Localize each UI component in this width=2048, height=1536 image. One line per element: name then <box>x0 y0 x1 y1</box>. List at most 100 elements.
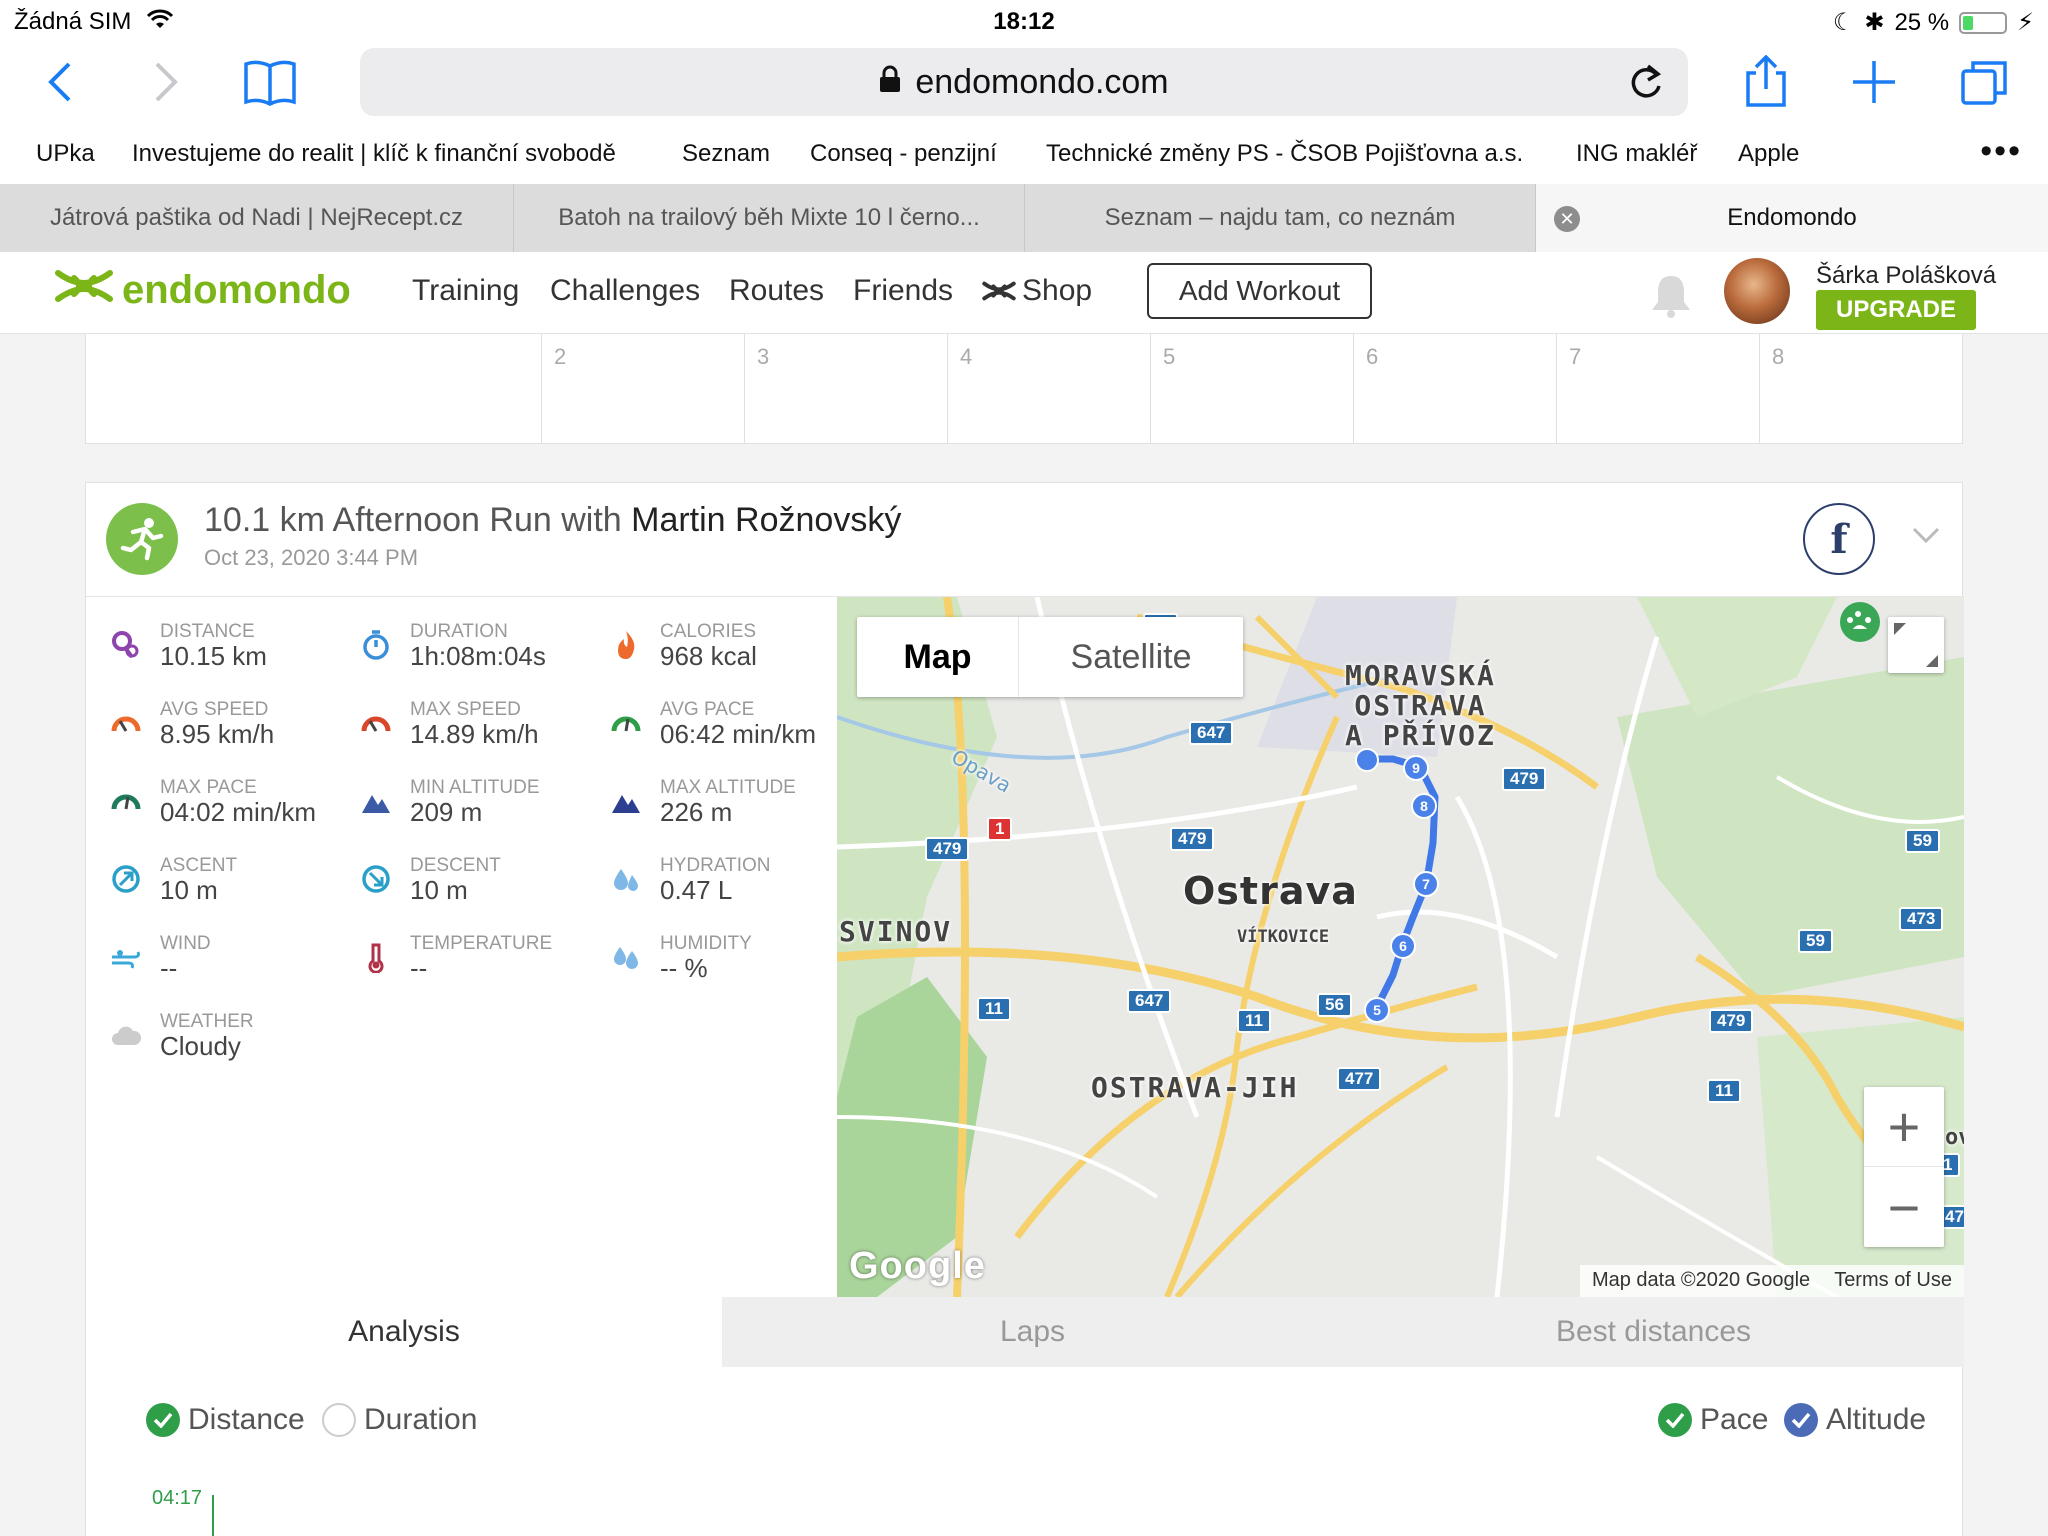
site-header: endomondo Training Challenges Routes Fri… <box>0 252 2048 334</box>
facebook-icon: f <box>1830 515 1848 563</box>
nav-challenges[interactable]: Challenges <box>550 274 700 308</box>
charging-icon: ⚡ <box>2017 9 2034 36</box>
bell-icon[interactable] <box>1650 272 1692 323</box>
stat-value: -- <box>410 953 428 983</box>
stat-value: Cloudy <box>160 1031 241 1061</box>
address-bar[interactable]: endomondo.com <box>360 48 1688 116</box>
stat-label: WEATHER <box>160 1011 254 1032</box>
back-button[interactable] <box>28 50 92 114</box>
browser-tab[interactable]: Batoh na trailový běh Mixte 10 l černo..… <box>514 184 1025 252</box>
calendar-day[interactable]: 8 <box>1759 334 1962 444</box>
stat-value: 1h:08m:04s <box>410 641 546 671</box>
tab-title: Játrová paštika od Nadi | NejRecept.cz <box>49 204 464 231</box>
nav-training[interactable]: Training <box>412 274 519 308</box>
facebook-share-button[interactable]: f <box>1803 503 1875 575</box>
route-marker[interactable]: 6 <box>1390 933 1416 959</box>
bookmark-link[interactable]: Seznam <box>682 140 770 168</box>
zoom-out-button[interactable]: − <box>1864 1167 1944 1247</box>
avatar[interactable] <box>1724 258 1790 324</box>
tab-best-distances[interactable]: Best distances <box>1343 1297 1964 1367</box>
stat-label: AVG PACE <box>660 699 755 720</box>
terms-link[interactable]: Terms of Use <box>1834 1269 1952 1293</box>
workout-partner[interactable]: Martin Rožnovský <box>631 501 901 539</box>
under-armour-icon <box>982 281 1016 301</box>
pace-gauge-icon <box>608 705 644 741</box>
stat-label: TEMPERATURE <box>410 933 553 954</box>
share-button[interactable] <box>1734 50 1798 114</box>
workout-header: 10.1 km Afternoon Run with Martin Rožnov… <box>86 483 1964 597</box>
map-label-line: MORAVSKÁ <box>1345 659 1496 692</box>
route-map[interactable]: 9 8 7 6 5 MORAVSKÁ OSTRAVA A PŘÍVOZ Ostr… <box>837 597 1964 1297</box>
option-altitude[interactable]: Altitude <box>1784 1403 1926 1437</box>
url-text: endomondo.com <box>915 62 1169 101</box>
option-label: Pace <box>1700 1403 1769 1436</box>
stat-value: 968 kcal <box>660 641 757 671</box>
chevron-down-icon[interactable] <box>1912 527 1940 550</box>
more-icon[interactable]: ••• <box>1980 132 2022 171</box>
water-drops-icon <box>608 861 644 897</box>
calendar-day[interactable]: 5 <box>1150 334 1353 444</box>
checkmark-icon <box>1658 1403 1692 1437</box>
chevron-left-icon <box>48 62 71 102</box>
nav-routes[interactable]: Routes <box>729 274 824 308</box>
stat-label: WIND <box>160 933 211 954</box>
option-distance[interactable]: Distance <box>146 1403 305 1437</box>
speedometer-icon <box>108 705 144 741</box>
calendar-day[interactable]: 2 <box>541 334 744 444</box>
route-marker[interactable]: 8 <box>1411 793 1437 819</box>
option-pace[interactable]: Pace <box>1658 1403 1768 1437</box>
option-duration[interactable]: Duration <box>322 1403 477 1437</box>
endomondo-logo[interactable]: endomondo <box>54 268 351 313</box>
reload-icon[interactable] <box>1628 62 1664 111</box>
forward-button[interactable] <box>134 50 198 114</box>
chevron-right-icon <box>155 62 178 102</box>
route-marker[interactable]: 9 <box>1403 755 1429 781</box>
new-tab-button[interactable] <box>1842 50 1906 114</box>
browser-tab-active[interactable]: ✕ Endomondo <box>1536 184 2048 252</box>
bookmark-link[interactable]: ING makléř <box>1576 140 1697 168</box>
add-workout-button[interactable]: Add Workout <box>1147 263 1372 319</box>
nav-shop-label: Shop <box>1022 274 1093 307</box>
bookmark-link[interactable]: Apple <box>1738 140 1799 168</box>
browser-tab[interactable]: Játrová paštika od Nadi | NejRecept.cz <box>0 184 514 252</box>
bookmarks-button[interactable] <box>238 50 302 114</box>
map-type-map[interactable]: Map <box>857 617 1019 697</box>
user-name[interactable]: Šárka Polášková <box>1816 262 1996 290</box>
close-tab-icon[interactable]: ✕ <box>1554 206 1580 232</box>
tabs-overview-button[interactable] <box>1952 50 2016 114</box>
calendar-day[interactable]: 3 <box>744 334 947 444</box>
stat-label: CALORIES <box>660 621 757 642</box>
map-type-satellite[interactable]: Satellite <box>1019 617 1243 697</box>
workout-title: 10.1 km Afternoon Run with Martin Rožnov… <box>204 501 901 540</box>
nav-friends[interactable]: Friends <box>853 274 953 308</box>
upgrade-button[interactable]: UPGRADE <box>1816 290 1976 330</box>
bookmark-link[interactable]: Conseq - penzijní <box>810 140 997 168</box>
stat-label: MAX PACE <box>160 777 257 798</box>
ascent-icon <box>108 861 144 897</box>
fullscreen-button[interactable] <box>1888 617 1944 673</box>
option-label: Altitude <box>1826 1403 1927 1436</box>
map-label-line: OSTRAVA <box>1354 689 1487 722</box>
stat-label: AVG SPEED <box>160 699 269 720</box>
under-armour-icon <box>54 269 114 313</box>
route-marker[interactable]: 5 <box>1364 997 1390 1023</box>
map-type-toggle: Map Satellite <box>857 617 1243 697</box>
tab-analysis[interactable]: Analysis <box>86 1297 722 1367</box>
stat-label: ASCENT <box>160 855 238 876</box>
nav-shop[interactable]: Shop <box>982 274 1092 308</box>
zoom-in-button[interactable]: + <box>1864 1087 1944 1167</box>
browser-tab[interactable]: Seznam – najdu tam, co neznám <box>1025 184 1536 252</box>
bookmark-link[interactable]: UPka <box>36 140 95 168</box>
bookmark-link[interactable]: Investujeme do realit | klíč k finanční … <box>132 140 616 168</box>
battery-icon <box>1959 11 2008 34</box>
calendar-day[interactable]: 7 <box>1556 334 1759 444</box>
tab-laps[interactable]: Laps <box>722 1297 1343 1367</box>
calendar-day[interactable]: 6 <box>1353 334 1556 444</box>
moon-icon: ☾ <box>1832 9 1855 36</box>
bookmark-link[interactable]: Technické změny PS - ČSOB Pojišťovna a.s… <box>1046 140 1523 168</box>
route-marker[interactable]: 7 <box>1413 871 1439 897</box>
tabs-icon <box>1961 61 2007 105</box>
stat-value: 10.15 km <box>160 641 267 671</box>
clock: 18:12 <box>993 8 1055 35</box>
calendar-day[interactable]: 4 <box>947 334 1150 444</box>
